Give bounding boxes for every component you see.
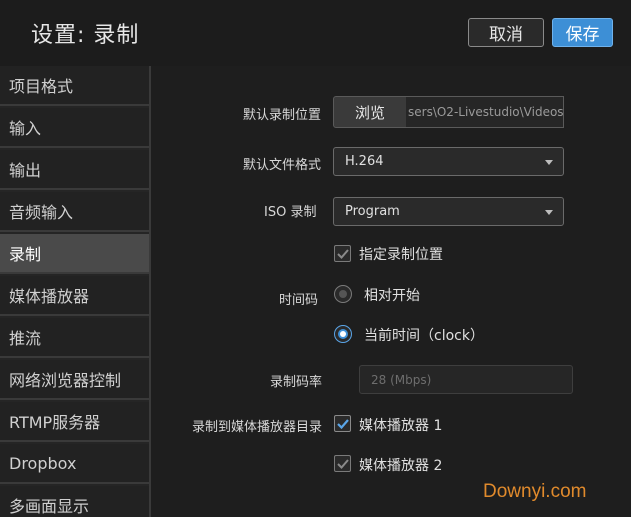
specify-location-checkbox[interactable] — [334, 245, 351, 262]
sidebar-item-media-player[interactable]: 媒体播放器 — [0, 276, 149, 316]
mediaplayer-dir-label: 录制到媒体播放器目录 — [192, 420, 323, 435]
iso-recording-label: ISO 录制 — [264, 205, 317, 220]
sidebar-item-recording[interactable]: 录制 — [0, 234, 149, 274]
chevron-down-icon — [545, 210, 553, 215]
sidebar-item-streaming[interactable]: 推流 — [0, 318, 149, 358]
sidebar-item-web-browser-control[interactable]: 网络浏览器控制 — [0, 360, 149, 400]
watermark-logo: Downyi.com — [483, 481, 587, 502]
timecode-label: 时间码 — [279, 293, 319, 308]
iso-recording-value: Program — [345, 204, 400, 219]
mediaplayer2-checkbox[interactable] — [334, 455, 351, 472]
file-format-value: H.264 — [345, 154, 384, 169]
mediaplayer1-label: 媒体播放器 1 — [359, 418, 443, 434]
mediaplayer1-checkbox[interactable] — [334, 415, 351, 432]
bitrate-input[interactable]: 28 (Mbps) — [359, 365, 573, 394]
page-title: 设置: 录制 — [31, 23, 140, 48]
header-bar: 设置: 录制 取消 保存 — [0, 0, 631, 66]
timecode-relative-radio[interactable] — [334, 285, 352, 303]
sidebar-item-output[interactable]: 输出 — [0, 150, 149, 190]
mediaplayer2-label: 媒体播放器 2 — [359, 458, 443, 474]
timecode-relative-label: 相对开始 — [364, 288, 420, 304]
record-path-field[interactable]: sers\O2-Livestudio\Videos\ — [406, 96, 564, 128]
timecode-current-radio[interactable] — [334, 325, 352, 343]
sidebar-item-multiview[interactable]: 多画面显示 — [0, 486, 149, 517]
settings-sidebar: 项目格式 输入 输出 音频输入 录制 媒体播放器 推流 网络浏览器控制 RTMP… — [0, 66, 151, 517]
save-button[interactable]: 保存 — [552, 18, 613, 47]
bitrate-label: 录制码率 — [270, 375, 323, 390]
specify-location-label: 指定录制位置 — [359, 247, 443, 263]
file-format-select[interactable]: H.264 — [333, 147, 564, 176]
iso-recording-select[interactable]: Program — [333, 197, 564, 226]
checkmark-icon — [337, 249, 349, 259]
chevron-down-icon — [545, 160, 553, 165]
sidebar-item-rtmp-server[interactable]: RTMP服务器 — [0, 402, 149, 442]
default-location-label: 默认录制位置 — [243, 108, 322, 123]
browse-button[interactable]: 浏览 — [333, 96, 407, 128]
sidebar-item-input[interactable]: 输入 — [0, 108, 149, 148]
checkmark-icon — [337, 419, 349, 430]
checkmark-icon — [337, 459, 349, 469]
sidebar-item-project-format[interactable]: 项目格式 — [0, 66, 149, 106]
cancel-button[interactable]: 取消 — [468, 18, 544, 47]
timecode-current-label: 当前时间（clock） — [364, 328, 484, 344]
sidebar-item-audio-input[interactable]: 音频输入 — [0, 192, 149, 232]
default-format-label: 默认文件格式 — [243, 158, 322, 173]
sidebar-item-dropbox[interactable]: Dropbox — [0, 444, 149, 484]
